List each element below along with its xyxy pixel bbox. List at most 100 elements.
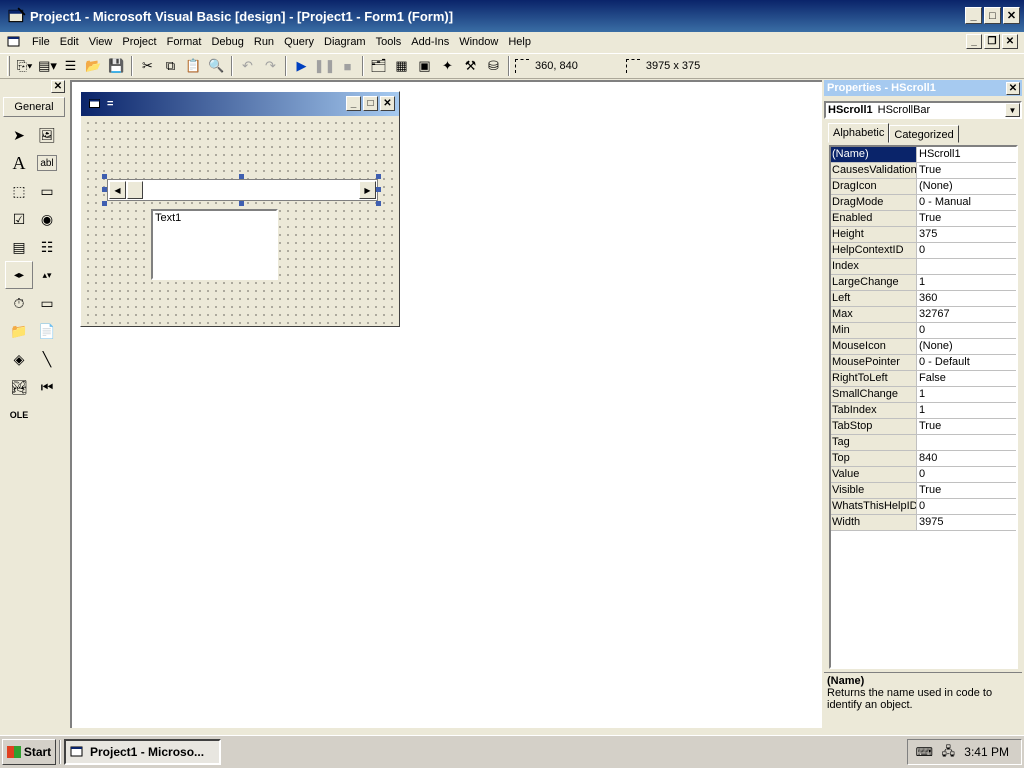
dirlistbox-tool-icon[interactable]: 📁 (5, 317, 33, 345)
property-value[interactable]: 0 - Manual (917, 195, 1016, 210)
toolbox-general-tab[interactable]: General (3, 97, 65, 117)
vscrollbar-tool-icon[interactable]: ▴▾ (33, 261, 61, 289)
property-row[interactable]: Visible True (831, 483, 1016, 499)
taskbar-item-vb[interactable]: Project1 - Microso... (64, 739, 221, 765)
hscrollbar-tool-icon[interactable]: ◂▸ (5, 261, 33, 289)
pointer-tool-icon[interactable]: ➤ (5, 121, 33, 149)
menu-file[interactable]: File (27, 32, 55, 52)
project-explorer-icon[interactable]: 🗂 (367, 55, 390, 77)
undo-icon[interactable]: ↶ (236, 55, 259, 77)
property-row[interactable]: DragMode 0 - Manual (831, 195, 1016, 211)
cut-icon[interactable]: ✂ (136, 55, 159, 77)
tab-categorized[interactable]: Categorized (889, 125, 959, 143)
property-row[interactable]: Width 3975 (831, 515, 1016, 531)
property-value[interactable]: 0 - Default (917, 355, 1016, 370)
textbox-tool-icon[interactable]: abl (37, 155, 57, 171)
form-maximize-button[interactable]: □ (363, 96, 378, 111)
image-tool-icon[interactable]: 🏞 (5, 373, 33, 401)
commandbutton-tool-icon[interactable]: ▭ (33, 177, 61, 205)
form1-title-bar[interactable]: = _ □ ✕ (81, 92, 399, 116)
add-form-icon[interactable]: ▤▾ (36, 55, 59, 77)
property-value[interactable]: True (917, 483, 1016, 498)
menu-edit[interactable]: Edit (55, 32, 84, 52)
network-icon[interactable]: 🖧 (940, 744, 956, 759)
property-value[interactable]: 1 (917, 275, 1016, 290)
property-row[interactable]: Max 32767 (831, 307, 1016, 323)
form-close-button[interactable]: ✕ (380, 96, 395, 111)
resize-handle-se[interactable] (376, 201, 381, 206)
properties-title-bar[interactable]: Properties - HScroll1 ✕ (824, 80, 1022, 96)
menu-diagram[interactable]: Diagram (319, 32, 371, 52)
property-grid[interactable]: (Name) HScroll1 CausesValidation True Drag… (829, 145, 1018, 669)
timer-tool-icon[interactable]: ⏱ (5, 289, 33, 317)
property-row[interactable]: LargeChange 1 (831, 275, 1016, 291)
menu-format[interactable]: Format (162, 32, 207, 52)
property-value[interactable]: HScroll1 (917, 147, 1016, 162)
drivelistbox-tool-icon[interactable]: ▭ (33, 289, 61, 317)
optionbutton-tool-icon[interactable]: ◉ (33, 205, 61, 233)
menu-project[interactable]: Project (117, 32, 161, 52)
object-browser-icon[interactable]: ✦ (436, 55, 459, 77)
property-value[interactable]: 840 (917, 451, 1016, 466)
property-value[interactable] (917, 435, 1016, 450)
data-view-icon[interactable]: ⛁ (482, 55, 505, 77)
property-row[interactable]: Min 0 (831, 323, 1016, 339)
redo-icon[interactable]: ↷ (259, 55, 282, 77)
end-icon[interactable]: ■ (336, 55, 359, 77)
property-value[interactable]: 32767 (917, 307, 1016, 322)
vb-app-icon[interactable] (8, 7, 26, 25)
property-value[interactable]: 3975 (917, 515, 1016, 530)
menu-help[interactable]: Help (503, 32, 536, 52)
resize-handle-n[interactable] (239, 174, 244, 179)
ole-tool-icon[interactable]: OLE (5, 401, 33, 429)
property-value[interactable]: True (917, 163, 1016, 178)
property-value[interactable]: 1 (917, 403, 1016, 418)
keyboard-icon[interactable]: ⌨ (916, 745, 933, 759)
scroll-right-arrow-icon[interactable]: ▶ (359, 181, 376, 199)
resize-handle-s[interactable] (239, 201, 244, 206)
property-value[interactable]: 0 (917, 467, 1016, 482)
combobox-tool-icon[interactable]: ▤ (5, 233, 33, 261)
shape-tool-icon[interactable]: ◈ (5, 345, 33, 373)
resize-handle-sw[interactable] (102, 201, 107, 206)
property-row[interactable]: (Name) HScroll1 (831, 147, 1016, 163)
property-row[interactable]: MouseIcon (None) (831, 339, 1016, 355)
form-system-menu-icon[interactable] (7, 35, 21, 49)
property-row[interactable]: Left 360 (831, 291, 1016, 307)
paste-icon[interactable]: 📋 (182, 55, 205, 77)
property-row[interactable]: RightToLeft False (831, 371, 1016, 387)
property-value[interactable]: (None) (917, 339, 1016, 354)
property-row[interactable]: Value 0 (831, 467, 1016, 483)
property-row[interactable]: Tag (831, 435, 1016, 451)
chevron-down-icon[interactable]: ▼ (1005, 103, 1020, 117)
find-icon[interactable]: 🔍 (205, 55, 228, 77)
resize-handle-nw[interactable] (102, 174, 107, 179)
save-project-icon[interactable]: 💾 (105, 55, 128, 77)
menu-debug[interactable]: Debug (206, 32, 248, 52)
form1-designer-window[interactable]: = _ □ ✕ ◀ ▶ Text1 (80, 91, 400, 327)
object-selector[interactable]: HScroll1 HScrollBar ▼ (824, 101, 1022, 119)
start-icon[interactable]: ▶ (290, 55, 313, 77)
property-row[interactable]: WhatsThisHelpID 0 (831, 499, 1016, 515)
data-tool-icon[interactable]: ⏮ (33, 373, 61, 401)
break-icon[interactable]: ❚❚ (313, 55, 336, 77)
hscroll1-control[interactable]: ◀ ▶ (107, 179, 378, 201)
clock[interactable]: 3:41 PM (964, 745, 1009, 759)
property-row[interactable]: Top 840 (831, 451, 1016, 467)
toolbox-icon[interactable]: ⚒ (459, 55, 482, 77)
maximize-button[interactable]: □ (984, 7, 1001, 24)
close-button[interactable]: ✕ (1003, 7, 1020, 24)
property-row[interactable]: TabStop True (831, 419, 1016, 435)
frame-tool-icon[interactable]: ⬚ (5, 177, 33, 205)
picturebox-tool-icon[interactable]: 🖼 (33, 121, 61, 149)
toolbox-close-button[interactable]: ✕ (51, 80, 65, 93)
resize-handle-ne[interactable] (376, 174, 381, 179)
property-value[interactable]: 0 (917, 499, 1016, 514)
property-value[interactable]: 375 (917, 227, 1016, 242)
scroll-thumb[interactable] (127, 181, 143, 199)
mdi-restore-button[interactable]: ❐ (984, 34, 1000, 49)
menu-query[interactable]: Query (279, 32, 319, 52)
resize-handle-e[interactable] (376, 187, 381, 192)
menu-editor-icon[interactable]: ☰ (59, 55, 82, 77)
minimize-button[interactable]: _ (965, 7, 982, 24)
